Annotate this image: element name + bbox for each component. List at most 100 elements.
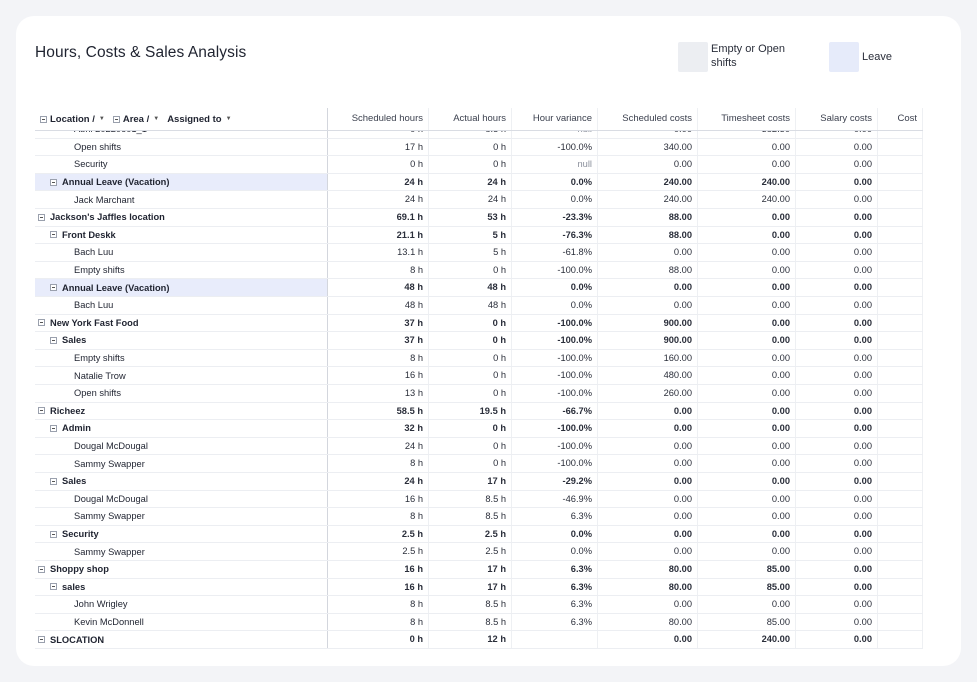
collapse-icon[interactable] — [38, 319, 45, 327]
table-cell: 24 h — [328, 437, 429, 455]
table-row[interactable]: Admin 32 h0 h -100.0% 0.00 0.00 0.00 — [35, 420, 923, 438]
table-row[interactable]: Bach Luu 48 h 48 h 0.0% 0.00 0.00 0.00 — [35, 297, 923, 315]
table-row[interactable]: Sammy Swapper 8 h0 h -100.0% 0.00 0.00 0.00 — [35, 455, 923, 473]
collapse-icon[interactable] — [38, 636, 45, 644]
table-row[interactable]: SLOCATION 0 h 12 h 0.00 240.00 0.00 — [35, 631, 923, 649]
column-header[interactable]: Scheduled hours — [328, 108, 429, 130]
table-row[interactable]: Kevin McDonnell 8 h 8.5 h 6.3% 80.00 85.00 0.0… — [35, 613, 923, 632]
row-label: Dougal McDougal — [74, 441, 148, 452]
collapse-icon[interactable] — [38, 213, 45, 221]
table-cell: 16 h — [328, 367, 429, 384]
collapse-icon[interactable] — [38, 407, 45, 415]
table-row[interactable]: sales 16 h 17 h 6.3% 80.00 85.00 0.00 — [35, 578, 923, 597]
table-row[interactable]: Jack Marchant 24 h 24 h 0.0% 240.00 240.00 0.0… — [35, 191, 923, 209]
table-row[interactable]: Security 0 h0 h null 0.00 0.00 0.00 — [35, 156, 923, 174]
table-cell: 16 h — [328, 561, 429, 578]
table-cell: 0.00 — [698, 402, 796, 420]
column-header[interactable]: Cost — [878, 108, 923, 130]
table-cell: 0.00 — [796, 209, 878, 226]
table-cell — [878, 332, 923, 349]
table-cell: 48 h — [429, 279, 512, 296]
collapse-icon[interactable] — [50, 178, 57, 186]
table-row[interactable]: Open shifts 17 h0 h -100.0% 340.00 0.00 0.00 — [35, 138, 923, 157]
row-tree-cell: Jack Marchant — [35, 191, 328, 208]
table-cell: 0.00 — [698, 297, 796, 314]
table-cell: 8 h — [328, 508, 429, 525]
table-row[interactable]: Jackson's Jaffles location 69.1 h 53 h -23.… — [35, 209, 923, 227]
table-cell: 0.00 — [598, 631, 698, 648]
row-label: Front Deskk — [62, 229, 116, 240]
collapse-icon[interactable] — [50, 231, 57, 239]
table-row[interactable]: Dougal McDougal 16 h 8.5 h -46.9% 0.00 0.00 0.… — [35, 490, 923, 509]
table-row[interactable]: Security 2.5 h 2.5 h 0.0% 0.00 0.00 0.00 — [35, 525, 923, 544]
row-label: New York Fast Food — [50, 317, 139, 328]
table-cell: 17 h — [429, 473, 512, 490]
table-row[interactable]: Sammy Swapper 2.5 h 2.5 h 0.0% 0.00 0.00 0.00 — [35, 543, 923, 561]
group-area[interactable]: Area / ▼ — [112, 114, 161, 125]
table-cell: 19.5 h — [429, 402, 512, 420]
chevron-down-icon[interactable]: ▼ — [99, 116, 105, 122]
table-row[interactable]: New York Fast Food 37 h0 h -100.0% 900.00 0.… — [35, 314, 923, 333]
table-row[interactable]: Sammy Swapper 8 h 8.5 h 6.3% 0.00 0.00 0.00 — [35, 508, 923, 526]
row-label: John Wrigley — [74, 599, 128, 610]
row-label: Sammy Swapper — [74, 511, 145, 522]
collapse-icon[interactable] — [50, 424, 57, 432]
table-cell: 0.00 — [796, 332, 878, 349]
table-row[interactable]: Empty shifts 8 h0 h -100.0% 160.00 0.00 0.00 — [35, 349, 923, 368]
row-tree-cell: Annual Leave (Vacation) — [35, 173, 328, 191]
table-row[interactable]: Front Deskk 21.1 h5 h -76.3% 88.00 0.00 0.00 — [35, 226, 923, 245]
table-cell: 0.00 — [698, 420, 796, 437]
table-row[interactable]: Dougal McDougal 24 h0 h -100.0% 0.00 0.00 0.0… — [35, 437, 923, 456]
column-header[interactable]: Salary costs — [796, 108, 878, 130]
table-row[interactable]: Annual Leave (Vacation) 24 h 24 h 0.0% 240.0… — [35, 173, 923, 192]
collapse-icon[interactable] — [50, 477, 57, 485]
table-cell: 0 h — [429, 332, 512, 349]
row-tree-cell: Bach Luu — [35, 297, 328, 314]
group-location[interactable]: Location / ▼ — [40, 114, 107, 125]
table-cell — [878, 173, 923, 191]
table-cell: 0 h — [429, 349, 512, 367]
table-cell: 0.00 — [698, 385, 796, 402]
collapse-icon[interactable] — [40, 115, 47, 123]
group-assigned-to[interactable]: Assigned to ▼ — [167, 114, 233, 125]
chevron-down-icon[interactable]: ▼ — [226, 116, 232, 122]
collapse-icon[interactable] — [38, 565, 45, 573]
table-cell: 240.00 — [598, 173, 698, 191]
table-row[interactable]: Shoppy shop 16 h 17 h 6.3% 80.00 85.00 0.00 — [35, 561, 923, 579]
column-header[interactable]: Scheduled costs — [598, 108, 698, 130]
table-row[interactable]: Annual Leave (Vacation) 48 h 48 h 0.0% 0.00 0… — [35, 279, 923, 297]
collapse-icon[interactable] — [50, 583, 57, 591]
chevron-down-icon[interactable]: ▼ — [153, 116, 159, 122]
table-row[interactable]: Sales 37 h0 h -100.0% 900.00 0.00 0.00 — [35, 332, 923, 350]
table-cell: 2.5 h — [429, 525, 512, 543]
row-label: Annual Leave (Vacation) — [62, 282, 170, 293]
table-row[interactable]: Open shifts 13 h0 h -100.0% 260.00 0.00 0.00 — [35, 385, 923, 403]
table-cell: 0.00 — [796, 138, 878, 156]
row-label: Security — [62, 529, 99, 540]
row-tree-cell: John Wrigley — [35, 596, 328, 613]
table-row[interactable]: Bach Luu 13.1 h5 h -61.8% 0.00 0.00 0.00 — [35, 244, 923, 262]
table-row[interactable]: Richeez 58.5 h 19.5 h -66.7% 0.00 0.00 0.00 — [35, 402, 923, 421]
table-cell: 0.00 — [796, 455, 878, 472]
table-row[interactable]: Natalie Trow 16 h0 h -100.0% 480.00 0.00 0.00 — [35, 367, 923, 385]
column-header[interactable]: Timesheet costs — [698, 108, 796, 130]
collapse-icon[interactable] — [112, 115, 120, 123]
table-cell: 2.5 h — [429, 543, 512, 560]
column-header[interactable]: Hour variance — [512, 108, 598, 130]
table-row[interactable]: John Wrigley 8 h 8.5 h 6.3% 0.00 0.00 0.00 — [35, 596, 923, 614]
table-cell: 0.00 — [796, 156, 878, 173]
table-cell: 2.5 h — [328, 543, 429, 560]
table-cell: 8 h — [328, 455, 429, 472]
collapse-icon[interactable] — [50, 284, 57, 292]
row-label: Jack Marchant — [74, 194, 135, 205]
table-row[interactable]: Abril 20220601_10 h8.5 hnull0.00382.500.… — [35, 130, 923, 139]
column-header[interactable]: Actual hours — [429, 108, 512, 130]
table-cell: 2.5 h — [328, 525, 429, 543]
table-row[interactable]: Sales 24 h 17 h -29.2% 0.00 0.00 0.00 — [35, 473, 923, 491]
collapse-icon[interactable] — [50, 336, 57, 344]
table-cell: -76.3% — [512, 226, 598, 244]
table-row[interactable]: Empty shifts 8 h0 h -100.0% 88.00 0.00 0.00 — [35, 261, 923, 280]
table-cell: 0.00 — [796, 297, 878, 314]
collapse-icon[interactable] — [50, 530, 57, 538]
table-cell: 17 h — [429, 561, 512, 578]
